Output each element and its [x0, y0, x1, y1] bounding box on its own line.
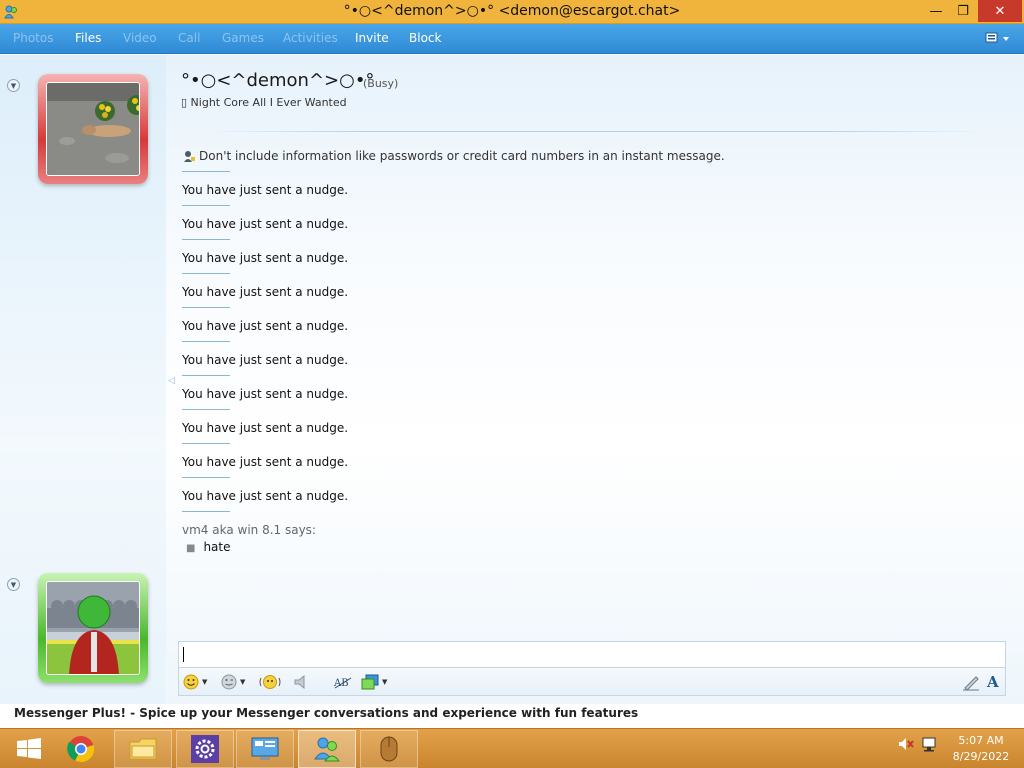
- nudge-line: You have just sent a nudge.: [182, 183, 349, 197]
- contact-photo: [46, 82, 140, 176]
- toolbar-games[interactable]: Games: [222, 31, 264, 45]
- toolbar-activities[interactable]: Activities: [283, 31, 338, 45]
- voice-clip-icon: [294, 674, 305, 690]
- personal-message: ▯ Night Core All I Ever Wanted: [181, 96, 347, 109]
- messenger-plus-banner[interactable]: Messenger Plus! - Spice up your Messenge…: [14, 706, 638, 720]
- nudge-button[interactable]: [259, 673, 281, 691]
- volume-muted-icon[interactable]: [898, 736, 914, 755]
- taskbar-control-panel[interactable]: [236, 730, 294, 768]
- own-display-picture[interactable]: [38, 573, 148, 683]
- text-caret: [183, 647, 184, 662]
- nudge-separator: [182, 477, 230, 478]
- clock-time: 5:07 AM: [958, 734, 1004, 747]
- sender-line: vm4 aka win 8.1 says:: [182, 523, 316, 537]
- security-icon: [184, 150, 195, 162]
- toolbar-photos[interactable]: Photos: [13, 31, 53, 45]
- nudge-separator: [182, 443, 230, 444]
- taskbar-chrome[interactable]: [52, 730, 110, 768]
- security-warning: Don't include information like passwords…: [183, 149, 725, 163]
- nudge-line: You have just sent a nudge.: [182, 387, 349, 401]
- nudge-separator: [182, 375, 230, 376]
- contact-display-picture[interactable]: [38, 74, 148, 184]
- toolbar-block[interactable]: Block: [409, 31, 441, 45]
- wink-icon: [221, 674, 237, 690]
- collapse-sidebar-icon[interactable]: ◁: [168, 376, 175, 386]
- nudge-separator: [182, 171, 230, 172]
- chat-message-text: hate: [203, 540, 231, 554]
- emoticon-button[interactable]: ▼: [183, 673, 207, 691]
- show-menu-icon[interactable]: [984, 30, 1014, 48]
- nudge-line: You have just sent a nudge.: [182, 217, 349, 231]
- control-panel-icon: [251, 737, 279, 760]
- nudge-line: You have just sent a nudge.: [182, 319, 349, 333]
- taskbar: [0, 728, 1024, 768]
- toolbar-invite[interactable]: Invite: [355, 31, 389, 45]
- message-bullet-icon: ■: [186, 543, 196, 554]
- maximize-button[interactable]: ❐: [950, 0, 976, 22]
- windows-logo-icon: [17, 738, 41, 759]
- handwriting-icon: [963, 676, 979, 691]
- nudge-separator: [182, 273, 230, 274]
- toolbar-call[interactable]: Call: [178, 31, 200, 45]
- window-title: °•○<^demon^>○•° <demon@escargot.chat>: [343, 3, 681, 19]
- nudge-line: You have just sent a nudge.: [182, 421, 349, 435]
- network-icon[interactable]: [921, 736, 939, 755]
- nudge-separator: [182, 205, 230, 206]
- system-clock[interactable]: 5:07 AM 8/29/2022: [946, 733, 1016, 765]
- taskbar-settings[interactable]: [176, 730, 234, 768]
- chrome-icon: [67, 736, 95, 763]
- close-button[interactable]: ✕: [978, 0, 1022, 22]
- translate-button[interactable]: AB: [333, 673, 353, 691]
- nudge-separator: [182, 341, 230, 342]
- nudge-line: You have just sent a nudge.: [182, 455, 349, 469]
- nudge-line: You have just sent a nudge.: [182, 285, 349, 299]
- chat-message: ■ hate: [186, 540, 231, 554]
- nudge-icon: [259, 675, 281, 689]
- font-icon: A: [987, 673, 999, 691]
- mouse-icon: [380, 736, 398, 762]
- title-bar: °•○<^demon^>○•° <demon@escargot.chat> — …: [0, 0, 1024, 24]
- chevron-down-icon: ▼: [240, 678, 246, 686]
- taskbar-file-explorer[interactable]: [114, 730, 172, 768]
- input-toolbar: ▼ ▼ AB ▼: [178, 668, 1006, 696]
- message-input[interactable]: [178, 641, 1006, 668]
- smiley-icon: [183, 674, 199, 690]
- own-photo: [46, 581, 140, 675]
- nudge-line: You have just sent a nudge.: [182, 489, 349, 503]
- translate-icon: AB: [333, 677, 352, 689]
- nudge-separator: [182, 409, 230, 410]
- clock-date: 8/29/2022: [952, 750, 1010, 763]
- own-picture-expander[interactable]: ▼: [7, 578, 20, 591]
- contact-picture-expander[interactable]: ▼: [7, 79, 20, 92]
- chevron-down-icon: ▼: [382, 678, 388, 686]
- nudge-line: You have just sent a nudge.: [182, 251, 349, 265]
- toolbar-video[interactable]: Video: [123, 31, 157, 45]
- handwriting-button[interactable]: [962, 673, 980, 691]
- messenger-icon: [314, 737, 340, 762]
- contact-status: (Busy): [363, 77, 399, 90]
- toolbar-files[interactable]: Files: [75, 31, 101, 45]
- nudge-separator: [182, 239, 230, 240]
- header-divider: [205, 131, 985, 132]
- nudge-separator: [182, 307, 230, 308]
- background-button[interactable]: ▼: [361, 673, 387, 691]
- voice-clip-button[interactable]: [293, 673, 311, 691]
- start-button[interactable]: [0, 730, 58, 768]
- nudge-line: You have just sent a nudge.: [182, 353, 349, 367]
- wink-button[interactable]: ▼: [221, 673, 245, 691]
- font-button[interactable]: A: [987, 673, 999, 691]
- taskbar-messenger[interactable]: [298, 730, 356, 768]
- minimize-button[interactable]: —: [922, 0, 950, 22]
- taskbar-mouse-app[interactable]: [360, 730, 418, 768]
- nudge-separator: [182, 511, 230, 512]
- chevron-down-icon: ▼: [202, 678, 208, 686]
- security-warning-text: Don't include information like passwords…: [199, 149, 725, 163]
- contact-name: °•○<^demon^>○•°: [181, 70, 375, 91]
- gear-icon: [191, 735, 219, 763]
- folder-icon: [129, 738, 157, 760]
- conversation-toolbar: Photos Files Video Call Games Activities…: [0, 24, 1024, 54]
- background-icon: [361, 674, 379, 690]
